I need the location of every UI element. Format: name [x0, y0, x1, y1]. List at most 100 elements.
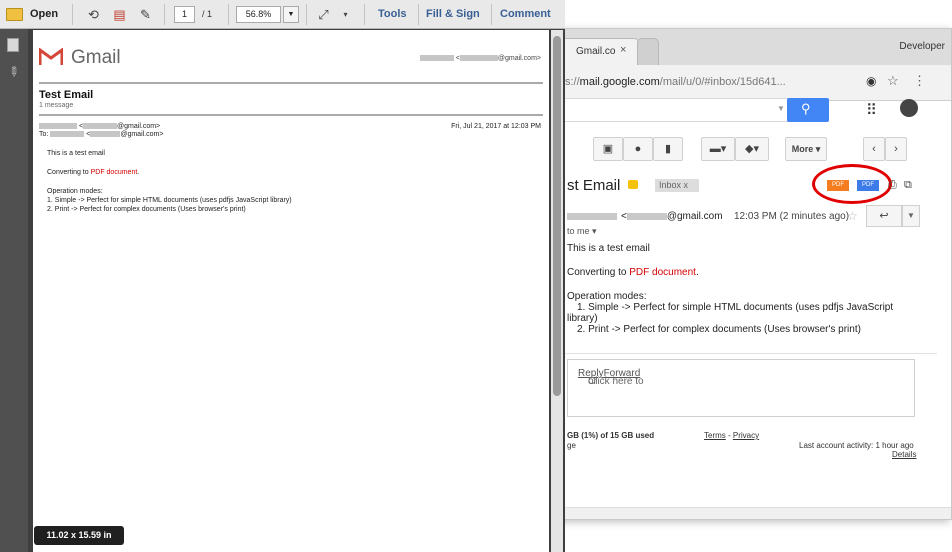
- gmail-brand: Gmail: [71, 47, 121, 68]
- archive-icon: ▣: [602, 143, 614, 155]
- reply-button[interactable]: ↩: [866, 205, 902, 227]
- email-body-line: 1. Simple -> Perfect for simple HTML doc…: [577, 302, 894, 313]
- url-host: mail.google.com: [579, 76, 660, 88]
- last-activity: Last account activity: 1 hour ago: [799, 441, 914, 450]
- storage-usage: GB (1%) of 15 GB used: [567, 431, 655, 440]
- fill-sign-button[interactable]: Fill & Sign: [426, 8, 480, 20]
- report-spam-button[interactable]: ●: [623, 137, 653, 161]
- fullscreen-icon[interactable]: ⤢: [314, 5, 333, 24]
- sender-line: < @gmail.com: [567, 211, 723, 222]
- chevron-down-icon: ▼: [907, 211, 915, 220]
- redacted-text: [39, 123, 77, 130]
- scrollbar-thumb[interactable]: [553, 36, 561, 396]
- url-path: /mail/u/0/#inbox/15d641...: [659, 76, 786, 88]
- move-to-button[interactable]: ▬▾: [701, 137, 735, 161]
- tab-close-icon[interactable]: ×: [620, 44, 626, 56]
- zoom-dropdown-icon[interactable]: ▼: [283, 6, 299, 23]
- developer-label: Developer: [899, 41, 945, 52]
- pdf-document-text: PDF document: [90, 169, 138, 176]
- chevron-down-icon[interactable]: ▾: [336, 5, 355, 24]
- tab-gmail[interactable]: Gmail.co ×: [553, 38, 639, 65]
- tools-button[interactable]: Tools: [378, 8, 407, 20]
- redacted-text: [459, 55, 498, 62]
- search-options-icon[interactable]: ▼: [777, 104, 785, 113]
- sender-name-redacted: [567, 212, 617, 220]
- divider: [39, 114, 543, 116]
- prev-icon: ‹: [872, 143, 876, 155]
- eye-icon[interactable]: ◉: [866, 74, 876, 88]
- gmail-logo-icon: [39, 48, 63, 65]
- export-pdf-icon[interactable]: ▤: [110, 5, 129, 24]
- labels-button[interactable]: ◆▾: [735, 137, 769, 161]
- privacy-link[interactable]: Privacy: [733, 431, 759, 440]
- address-bar[interactable]: s://mail.google.com/mail/u/0/#inbox/15d6…: [541, 65, 951, 101]
- menu-icon[interactable]: ⋮: [913, 73, 926, 89]
- toolbar-divider: [306, 4, 307, 25]
- labels-icon: ◆▾: [745, 143, 759, 155]
- email-subject: st Email: [567, 177, 621, 194]
- account-icon[interactable]: [900, 99, 918, 117]
- details-link[interactable]: Details: [892, 450, 916, 459]
- prev-button[interactable]: ‹: [863, 137, 885, 161]
- open-button[interactable]: Open: [30, 8, 58, 20]
- terms-link[interactable]: Terms: [704, 431, 726, 440]
- more-button[interactable]: More ▾: [785, 137, 827, 161]
- folder-icon[interactable]: [6, 8, 23, 21]
- more-actions-button[interactable]: ▼: [902, 205, 920, 227]
- divider: [39, 82, 543, 84]
- delete-icon: ▮: [664, 143, 672, 155]
- email-body-line: Operation modes:: [567, 291, 647, 302]
- search-button[interactable]: ⚲: [787, 98, 829, 122]
- pdf-document-text: PDF document: [629, 267, 696, 278]
- horizontal-scrollbar[interactable]: [541, 507, 951, 519]
- search-input[interactable]: ▼: [549, 98, 789, 122]
- tab-bar: Gmail.co × Developer: [541, 29, 951, 65]
- pdf-date: Fri, Jul 21, 2017 at 12:03 PM: [451, 123, 541, 130]
- comment-button[interactable]: Comment: [500, 8, 551, 20]
- toolbar-divider: [164, 4, 165, 25]
- pdf-to-line: To: < @gmail.com>: [39, 131, 164, 138]
- next-icon: ›: [894, 143, 898, 155]
- acrobat-window: Open ⟲ ▤ ✎ 1 / 1 56.8% ▼ ⤢ ▾ Tools Fill …: [0, 0, 565, 552]
- star-icon[interactable]: ☆: [887, 73, 899, 89]
- importance-marker-icon[interactable]: [628, 180, 638, 189]
- pdf-body-line: This is a test email: [47, 150, 105, 157]
- toolbar-divider: [364, 4, 365, 25]
- new-window-icon[interactable]: ⧉: [904, 179, 912, 192]
- toolbar-divider: [72, 4, 73, 25]
- page-number-input[interactable]: 1: [174, 6, 195, 23]
- star-icon[interactable]: ☆: [847, 209, 858, 223]
- redacted-text: [50, 131, 85, 138]
- email-time: 12:03 PM (2 minutes ago): [734, 211, 850, 222]
- sender-domain: @gmail.com: [666, 211, 723, 222]
- zoom-input[interactable]: 56.8%: [236, 6, 281, 23]
- edit-pdf-icon[interactable]: ✎: [136, 5, 155, 24]
- toolbar-divider: [418, 4, 419, 25]
- recipient-to-me[interactable]: to me ▾: [567, 226, 597, 237]
- page-thumbnails-icon[interactable]: [7, 38, 19, 52]
- pdf-from-line: < @gmail.com>: [39, 123, 160, 130]
- redacted-text: [419, 55, 454, 62]
- pdf-body-line: 2. Print -> Perfect for complex document…: [47, 206, 246, 213]
- delete-button[interactable]: ▮: [653, 137, 683, 161]
- header-email: < @gmail.com>: [419, 55, 541, 62]
- archive-button[interactable]: ▣: [593, 137, 623, 161]
- email-body-line: library): [567, 313, 598, 324]
- manage-storage-link[interactable]: ge: [567, 441, 576, 450]
- pdf-body-line: Operation modes:: [47, 188, 103, 195]
- next-button[interactable]: ›: [885, 137, 907, 161]
- email-body-line: This is a test email: [567, 243, 650, 254]
- redacted-text: [83, 123, 118, 130]
- move-to-icon: ▬▾: [709, 143, 727, 155]
- pdf-page: Gmail < @gmail.com> Test Email 1 message …: [33, 30, 549, 552]
- url-text[interactable]: s://mail.google.com/mail/u/0/#inbox/15d6…: [565, 76, 786, 88]
- email-body-line: Converting to PDF document.: [567, 267, 699, 278]
- page-total: / 1: [202, 9, 213, 19]
- apps-icon[interactable]: ⠿: [866, 101, 877, 119]
- create-pdf-icon[interactable]: ⟲: [84, 5, 103, 24]
- inbox-label-chip[interactable]: Inbox x: [655, 179, 699, 192]
- message-count: 1 message: [39, 102, 74, 109]
- new-tab-button[interactable]: [637, 38, 659, 65]
- print-icon[interactable]: ⎙: [888, 179, 897, 192]
- reply-box[interactable]: Click here to Reply or Forward: [567, 359, 915, 417]
